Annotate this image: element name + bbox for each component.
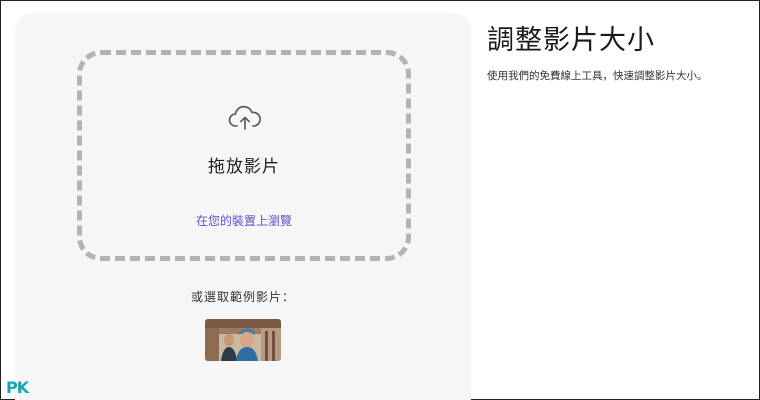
drop-title: 拖放影片 bbox=[208, 157, 280, 177]
page-description: 使用我們的免費線上工具，快速調整影片大小。 bbox=[487, 70, 708, 82]
browse-device-link[interactable]: 在您的裝置上瀏覽 bbox=[82, 212, 406, 229]
page-title: 調整影片大小 bbox=[487, 25, 655, 56]
sample-video-image bbox=[205, 319, 281, 361]
sample-video-thumbnail[interactable] bbox=[205, 319, 281, 361]
watermark-logo-text: PK bbox=[6, 378, 29, 397]
sample-video-label: 或選取範例影片： bbox=[190, 290, 295, 304]
drop-zone[interactable]: 拖放影片 在您的裝置上瀏覽 bbox=[77, 50, 411, 261]
watermark-logo: PK bbox=[6, 378, 29, 397]
upload-panel: 拖放影片 在您的裝置上瀏覽 或選取範例影片： bbox=[15, 13, 471, 400]
cloud-upload-icon bbox=[228, 105, 261, 130]
